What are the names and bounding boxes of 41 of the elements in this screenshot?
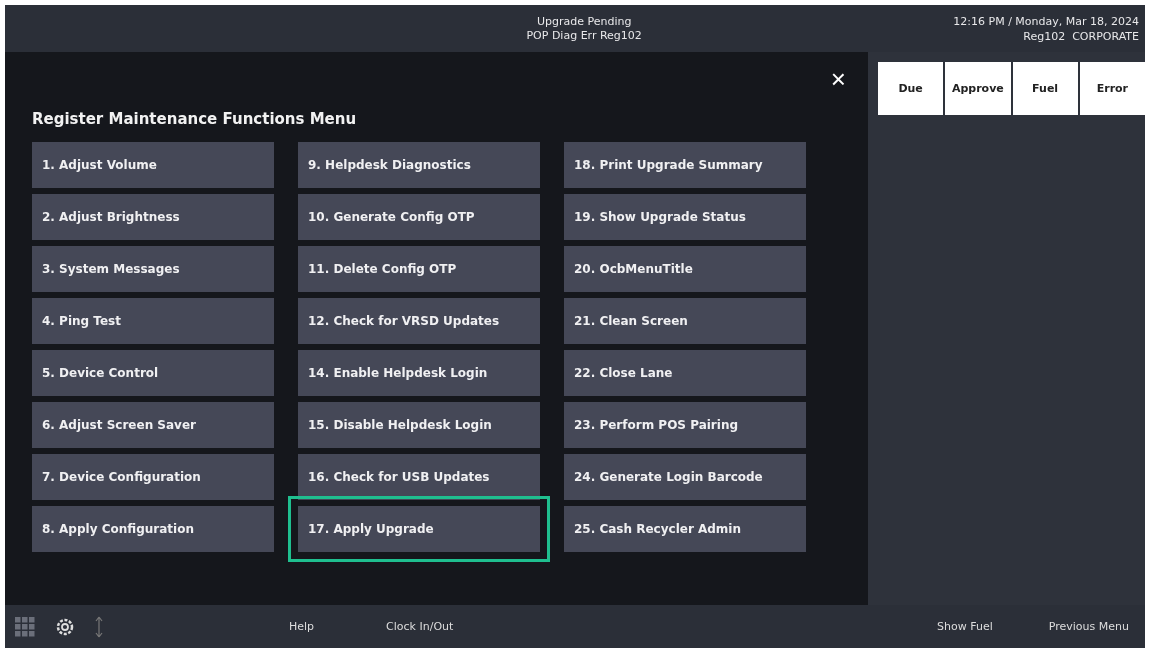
quick-button[interactable]: Approve: [945, 62, 1011, 115]
grid-icon[interactable]: [15, 616, 35, 637]
quick-button[interactable]: Due: [878, 62, 944, 115]
menu-button[interactable]: 10. Generate Config OTP: [298, 194, 540, 240]
menu-button[interactable]: 2. Adjust Brightness: [32, 194, 274, 240]
menu-title: Register Maintenance Functions Menu: [32, 110, 358, 128]
menu-button[interactable]: 14. Enable Helpdesk Login: [298, 350, 540, 396]
datetime-text: 12:16 PM / Monday, Mar 18, 2024: [953, 13, 1139, 29]
menu-button[interactable]: 17. Apply Upgrade: [298, 506, 540, 552]
menu-button[interactable]: 11. Delete Config OTP: [298, 246, 540, 292]
resize-vertical-icon[interactable]: [95, 615, 103, 638]
menu-button[interactable]: 5. Device Control: [32, 350, 274, 396]
menu-button[interactable]: 8. Apply Configuration: [32, 506, 274, 552]
menu-button[interactable]: 3. System Messages: [32, 246, 274, 292]
footer-button[interactable]: Clock In/Out: [380, 616, 460, 637]
status-text: POP Diag Err Reg102: [526, 28, 642, 43]
menu-button[interactable]: 7. Device Configuration: [32, 454, 274, 500]
close-button[interactable]: ×: [830, 66, 846, 92]
quick-button[interactable]: Fuel: [1012, 62, 1078, 115]
menu-button[interactable]: 16. Check for USB Updates: [298, 454, 540, 500]
menu-button[interactable]: 20. OcbMenuTitle: [564, 246, 806, 292]
menu-button[interactable]: 25. Cash Recycler Admin: [564, 506, 806, 552]
menu-button[interactable]: 9. Helpdesk Diagnostics: [298, 142, 540, 188]
footer-button[interactable]: Help: [283, 616, 321, 637]
menu-button[interactable]: 12. Check for VRSD Updates: [298, 298, 540, 344]
menu-button[interactable]: 23. Perform POS Pairing: [564, 402, 806, 448]
menu-button[interactable]: 18. Print Upgrade Summary: [564, 142, 806, 188]
menu-button[interactable]: 22. Close Lane: [564, 350, 806, 396]
quick-button[interactable]: Error: [1079, 62, 1145, 115]
settings-icon[interactable]: [55, 616, 75, 637]
footer-button[interactable]: Show Fuel: [931, 616, 999, 637]
status-text: Upgrade Pending: [536, 14, 632, 29]
footer-button[interactable]: Previous Menu: [1042, 616, 1135, 637]
menu-button[interactable]: 4. Ping Test: [32, 298, 274, 344]
menu-button[interactable]: 24. Generate Login Barcode: [564, 454, 806, 500]
menu-button[interactable]: 19. Show Upgrade Status: [564, 194, 806, 240]
menu-button[interactable]: 21. Clean Screen: [564, 298, 806, 344]
menu-button[interactable]: 6. Adjust Screen Saver: [32, 402, 274, 448]
menu-button[interactable]: 15. Disable Helpdesk Login: [298, 402, 540, 448]
menu-button[interactable]: 1. Adjust Volume: [32, 142, 274, 188]
register-text: Reg102 CORPORATE: [1023, 28, 1139, 44]
